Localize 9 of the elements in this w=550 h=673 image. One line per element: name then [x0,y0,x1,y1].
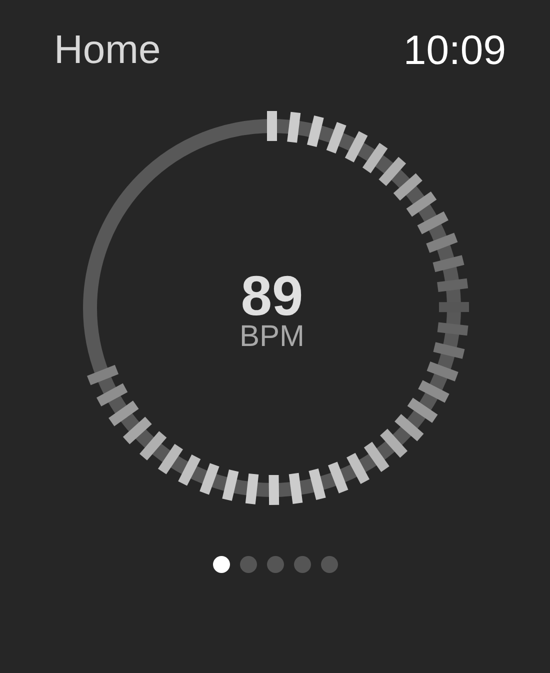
screen-title: Home [54,28,161,72]
page-dot[interactable] [240,556,256,573]
heart-rate-unit: BPM [239,321,304,353]
heart-rate-value: 89 [240,271,304,321]
page-dot[interactable] [320,556,338,573]
page-dot[interactable] [266,556,284,573]
clock-time: 10:09 [403,26,506,74]
page-dot[interactable] [212,556,230,573]
page-dot[interactable] [294,556,310,573]
